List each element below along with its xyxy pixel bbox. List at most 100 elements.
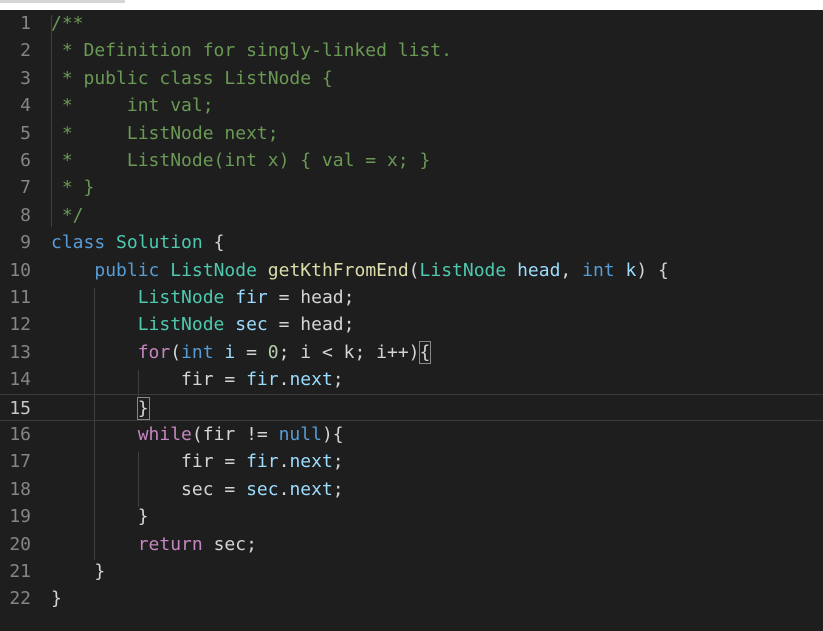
code-line[interactable]: 12 ListNode sec = head; [0,311,823,338]
code-line[interactable]: 15 } [0,393,823,422]
line-number: 1 [20,13,31,34]
code-line[interactable]: 9 class Solution { [0,229,823,256]
code-token: * } [51,177,95,199]
code-line[interactable]: 8 */ [0,202,823,229]
line-number: 17 [9,451,31,473]
code-line[interactable]: 16 while(fir != null){ [0,421,823,448]
code-token: sec [246,478,279,500]
code-text: * ListNode next; [51,120,279,147]
code-token: ){ [321,424,344,445]
code-line[interactable]: 10 public ListNode getKthFromEnd(ListNod… [0,257,823,284]
line-number: 14 [9,369,31,391]
code-token: fir [246,451,279,473]
code-token: ; [332,451,344,473]
code-token: * Definition for singly-linked list. [51,40,452,62]
code-line[interactable]: 19 } [0,503,823,530]
code-text: class Solution { [51,229,224,256]
code-text: /** [51,10,84,37]
code-token: * int val; [51,95,214,117]
code-line[interactable]: 6 * ListNode(int x) { val = x; } [0,147,823,174]
code-text: * public class ListNode { [51,65,333,92]
code-text: fir = fir.next; [51,448,344,475]
code-text: ListNode sec = head; [51,311,355,338]
code-line[interactable]: 5 * ListNode next; [0,120,823,147]
code-line[interactable]: 20 return sec; [0,531,823,558]
code-token: /** [51,13,84,34]
code-token: * ListNode(int x) { val = x; } [51,150,431,171]
window-top-bar [0,0,823,10]
code-line[interactable]: 7 * } [0,174,823,201]
code-token: fir = [51,451,247,473]
code-token: ; [332,478,344,500]
code-line[interactable]: 22} [0,585,823,612]
code-token: * public class ListNode { [51,67,333,89]
code-token: int [582,259,615,281]
code-line[interactable]: 1 /** [0,10,823,37]
code-token: next [289,478,333,500]
code-token: fir [235,287,268,308]
code-token: . [278,478,290,500]
code-line[interactable]: 18 sec = sec.next; [0,476,823,503]
code-line[interactable]: 2 * Definition for singly-linked list. [0,37,823,64]
code-token: } [136,396,150,420]
code-token: { [418,340,432,364]
line-number: 12 [9,314,31,336]
code-token: { [202,232,225,254]
code-token: head [517,259,561,281]
code-token: ; [332,369,344,391]
code-text: while(fir != null){ [51,421,344,448]
code-line[interactable]: 11 ListNode fir = head; [0,284,823,311]
line-number: 18 [9,478,31,500]
code-line[interactable]: 21 } [0,558,823,585]
line-number: 13 [9,341,31,363]
line-number: 5 [20,122,31,144]
line-number: 10 [9,259,31,281]
code-text: } [51,503,149,530]
code-text: public ListNode getKthFromEnd(ListNode h… [51,257,668,284]
line-number: 20 [9,533,31,555]
line-number: 19 [9,506,31,528]
code-token: */ [51,204,84,226]
code-token: null [278,424,322,445]
code-token: fir [246,369,279,391]
line-number: 9 [20,232,31,254]
code-token: class [51,232,106,254]
code-token: ListNode [137,287,225,308]
code-token: = head; [267,287,355,308]
code-line[interactable]: 17 fir = fir.next; [0,448,823,475]
line-number: 8 [20,204,31,226]
code-token: sec; [202,533,257,555]
line-number: 15 [9,397,31,419]
code-token: } [51,506,149,528]
code-line[interactable]: 13 for(int i = 0; i < k; i++){ [0,339,823,366]
code-editor[interactable]: 1 /** 2 * Definition for singly-linked lis… [0,10,823,631]
line-number: 2 [20,40,31,62]
code-text: } [51,395,150,422]
code-text: * Definition for singly-linked list. [51,37,452,64]
line-number: 6 [20,150,31,171]
code-text: ListNode fir = head; [51,284,355,311]
code-line[interactable]: 4 * int val; [0,92,823,119]
code-token: . [278,451,290,473]
code-token: for [137,341,171,363]
code-token: public [94,259,160,281]
code-token: ( [170,341,182,363]
code-line[interactable]: 3 * public class ListNode { [0,65,823,92]
code-token: } [51,588,62,610]
code-text: } [51,558,105,585]
code-line[interactable]: 14 fir = fir.next; [0,366,823,393]
line-number: 21 [9,561,31,582]
code-text: } [51,585,62,612]
code-token: next [289,451,333,473]
